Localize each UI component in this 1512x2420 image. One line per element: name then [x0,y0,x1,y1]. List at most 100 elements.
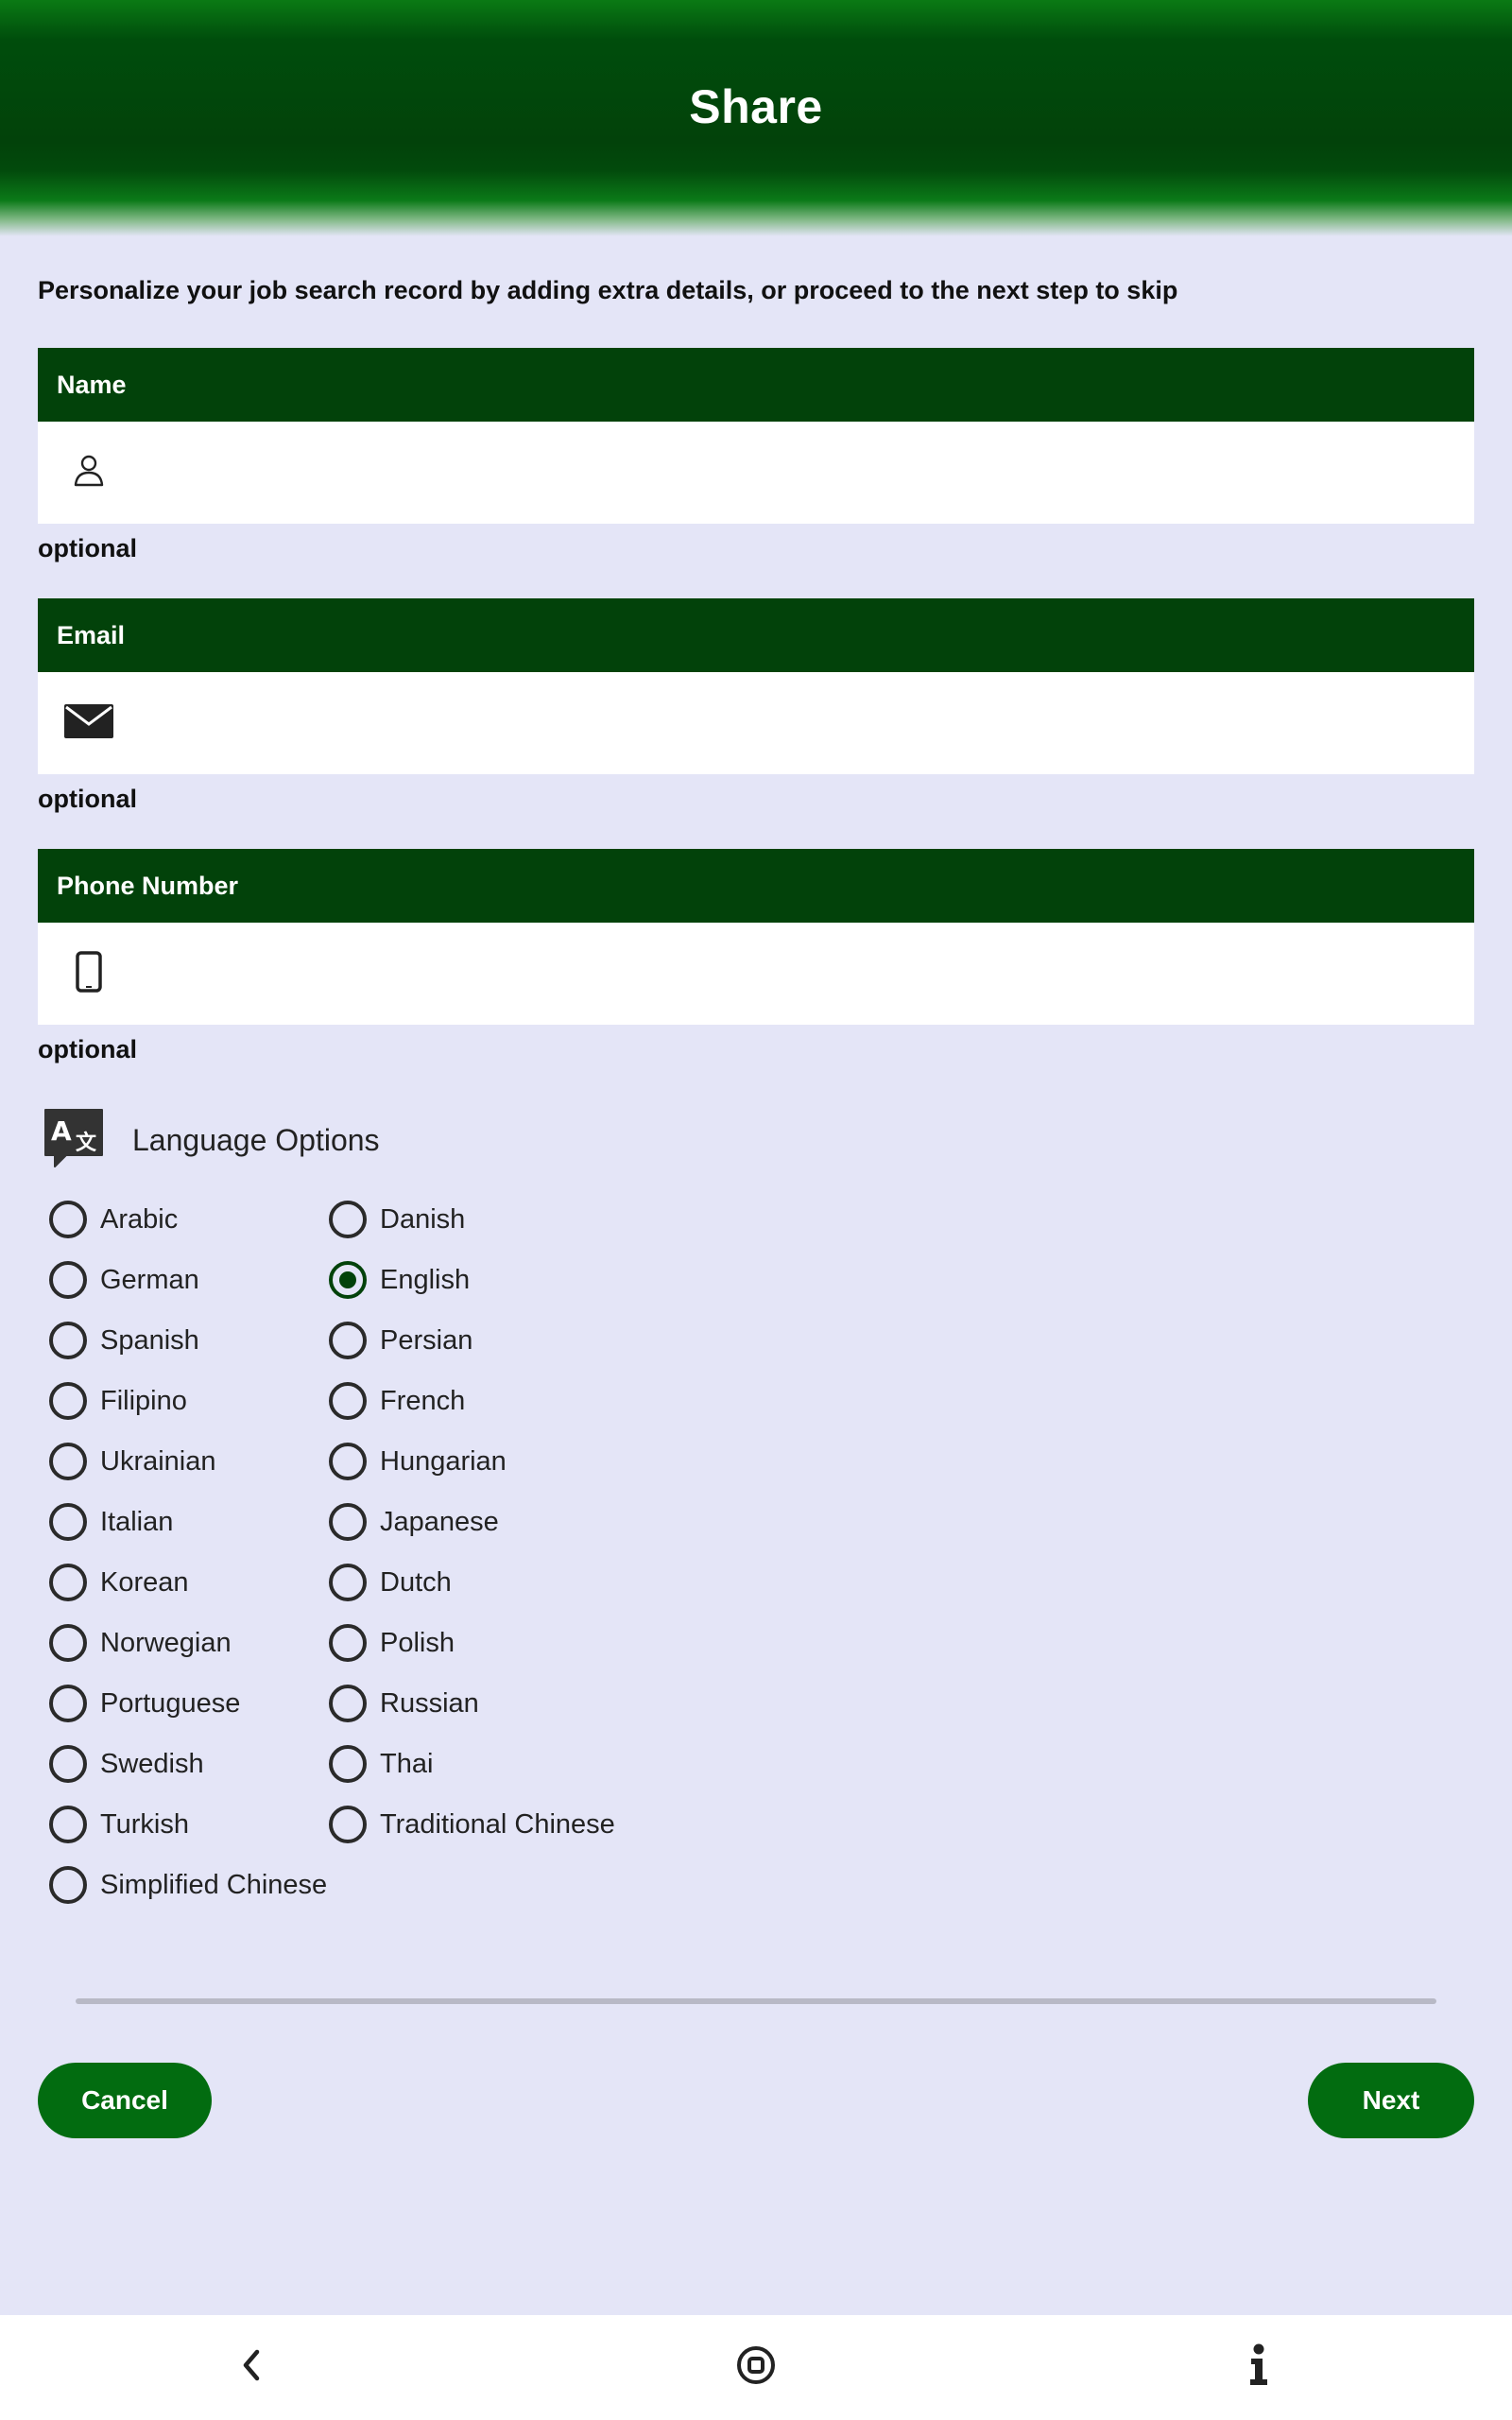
info-button[interactable] [1211,2315,1306,2420]
language-radio-danish[interactable]: Danish [329,1196,465,1243]
language-radio-filipino[interactable]: Filipino [49,1377,187,1425]
language-radio-japanese[interactable]: Japanese [329,1498,499,1546]
language-radio-russian[interactable]: Russian [329,1680,479,1727]
phone-field-header: Phone Number [38,849,1474,923]
language-radio-arabic[interactable]: Arabic [49,1196,178,1243]
radio-button-icon[interactable] [49,1322,87,1359]
radio-label: Hungarian [380,1445,507,1477]
language-radio-portuguese[interactable]: Portuguese [49,1680,240,1727]
back-button[interactable] [204,2315,299,2420]
language-radio-polish[interactable]: Polish [329,1619,455,1667]
info-icon [1245,2343,1273,2392]
back-chevron-icon [238,2348,265,2387]
radio-label: Portuguese [100,1687,241,1719]
radio-button-icon[interactable] [49,1443,87,1480]
radio-label: Polish [380,1627,455,1658]
radio-button-icon[interactable] [329,1503,367,1541]
radio-label: Persian [380,1324,473,1356]
language-radio-thai[interactable]: Thai [329,1740,433,1788]
divider [76,1998,1436,2004]
name-field-group: Name optional [38,348,1474,567]
radio-label: Swedish [100,1748,204,1779]
radio-label: Traditional Chinese [380,1808,615,1840]
language-radio-persian[interactable]: Persian [329,1317,472,1364]
language-radio-norwegian[interactable]: Norwegian [49,1619,232,1667]
translate-icon: A 文 [42,1106,108,1175]
radio-label: Korean [100,1566,189,1598]
radio-label: English [380,1264,471,1295]
radio-button-icon[interactable] [49,1866,87,1904]
language-radio-german[interactable]: German [49,1256,199,1304]
radio-label: Simplified Chinese [100,1869,328,1900]
person-icon [73,454,105,493]
radio-label: Danish [380,1203,466,1235]
radio-button-icon[interactable] [329,1201,367,1238]
name-input[interactable] [140,422,1474,524]
radio-button-icon[interactable] [329,1382,367,1420]
svg-text:A: A [51,1115,72,1147]
radio-button-icon[interactable] [49,1564,87,1601]
language-radio-french[interactable]: French [329,1377,465,1425]
home-button[interactable] [709,2315,803,2420]
radio-button-icon[interactable] [49,1382,87,1420]
language-radio-spanish[interactable]: Spanish [49,1317,199,1364]
language-radio-english[interactable]: English [329,1256,470,1304]
radio-button-icon[interactable] [329,1443,367,1480]
phone-field-container[interactable] [38,923,1474,1025]
language-radio-italian[interactable]: Italian [49,1498,173,1546]
language-radio-swedish[interactable]: Swedish [49,1740,204,1788]
radio-label: French [380,1385,466,1416]
language-radio-turkish[interactable]: Turkish [49,1801,189,1848]
phone-optional-hint: optional [38,1035,137,1063]
phone-input[interactable] [140,923,1474,1025]
radio-button-icon[interactable] [49,1201,87,1238]
radio-button-icon[interactable] [329,1564,367,1601]
language-options-header: A 文 Language Options [42,1106,380,1174]
language-radio-ukrainian[interactable]: Ukrainian [49,1438,216,1485]
radio-button-icon[interactable] [49,1685,87,1722]
bottom-nav-bar [0,2315,1512,2420]
language-radio-hungarian[interactable]: Hungarian [329,1438,507,1485]
language-radio-traditional-chinese[interactable]: Traditional Chinese [329,1801,615,1848]
radio-label: Japanese [380,1506,499,1537]
name-field-container[interactable] [38,422,1474,524]
language-options-title: Language Options [132,1122,380,1157]
radio-button-icon[interactable] [49,1503,87,1541]
radio-label: Russian [380,1687,479,1719]
radio-label: Turkish [100,1808,189,1840]
app-header: Share [0,0,1512,236]
radio-button-icon[interactable] [49,1806,87,1843]
cancel-button[interactable]: Cancel [38,2063,212,2138]
language-radio-simplified-chinese[interactable]: Simplified Chinese [49,1861,327,1909]
radio-button-icon[interactable] [329,1261,367,1299]
page-title: Share [689,80,823,133]
radio-label: Thai [380,1748,434,1779]
radio-button-icon[interactable] [329,1806,367,1843]
svg-text:文: 文 [76,1131,97,1155]
share-screen: Share Personalize your job search record… [0,0,1512,2420]
radio-label: Ukrainian [100,1445,216,1477]
language-radio-dutch[interactable]: Dutch [329,1559,452,1606]
phone-field-group: Phone Number optional [38,849,1474,1068]
intro-text: Personalize your job search record by ad… [38,276,1178,304]
radio-button-icon[interactable] [49,1261,87,1299]
radio-button-icon[interactable] [49,1745,87,1783]
email-field-container[interactable] [38,672,1474,774]
email-optional-hint: optional [38,785,137,813]
name-optional-hint: optional [38,534,137,562]
next-button[interactable]: Next [1308,2063,1474,2138]
name-field-header: Name [38,348,1474,422]
radio-button-icon[interactable] [329,1322,367,1359]
radio-button-icon[interactable] [329,1624,367,1662]
radio-button-icon[interactable] [329,1685,367,1722]
email-field-group: Email optional [38,598,1474,818]
radio-label: Arabic [100,1203,179,1235]
radio-button-icon[interactable] [49,1624,87,1662]
email-input[interactable] [140,672,1474,774]
radio-label: German [100,1264,199,1295]
radio-button-icon[interactable] [329,1745,367,1783]
email-field-header: Email [38,598,1474,672]
language-radio-korean[interactable]: Korean [49,1559,189,1606]
radio-label: Spanish [100,1324,199,1356]
mail-icon [64,703,113,743]
